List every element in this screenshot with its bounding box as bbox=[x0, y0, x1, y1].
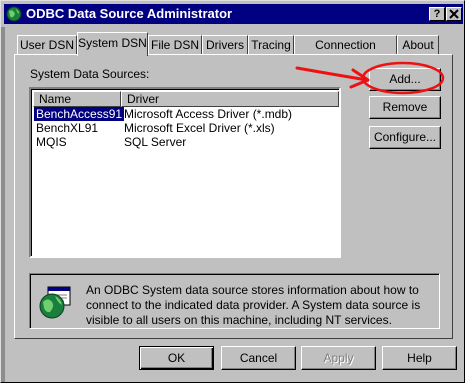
data-source-driver: Microsoft Excel Driver (*.xls) bbox=[124, 121, 275, 135]
data-source-driver: SQL Server bbox=[124, 135, 187, 149]
tab-label: Tracing bbox=[251, 38, 291, 52]
data-source-driver: Microsoft Access Driver (*.mdb) bbox=[124, 107, 293, 121]
data-sources-list[interactable]: Name Driver BenchAccess91 Microsoft Acce… bbox=[29, 87, 341, 258]
help-button-label: Help bbox=[407, 351, 432, 365]
column-header-label: Name bbox=[39, 92, 72, 106]
tab-about[interactable]: About bbox=[397, 35, 439, 54]
add-button-label: Add... bbox=[389, 72, 421, 86]
close-icon bbox=[449, 9, 459, 19]
window-left-edge bbox=[1, 27, 5, 382]
data-source-name: BenchAccess91 bbox=[34, 107, 125, 121]
data-source-name: MQIS bbox=[36, 135, 67, 149]
tab-file-dsn[interactable]: File DSN bbox=[148, 35, 202, 54]
tab-user-dsn[interactable]: User DSN bbox=[17, 35, 77, 54]
apply-button[interactable]: Apply bbox=[301, 346, 376, 370]
ok-button-label: OK bbox=[167, 351, 186, 365]
tab-label: Drivers bbox=[206, 38, 244, 52]
ok-button[interactable]: OK bbox=[139, 346, 214, 370]
system-data-sources-label: System Data Sources: bbox=[30, 67, 150, 81]
cancel-button-label: Cancel bbox=[239, 351, 278, 365]
title-bar[interactable]: ODBC Data Source Administrator ? bbox=[4, 4, 463, 24]
info-description: An ODBC System data source stores inform… bbox=[86, 283, 421, 327]
tab-system-dsn[interactable]: System DSN bbox=[77, 32, 148, 56]
info-box: An ODBC System data source stores inform… bbox=[29, 273, 440, 329]
help-button[interactable]: Help bbox=[382, 346, 457, 370]
remove-button-label: Remove bbox=[382, 100, 428, 114]
column-header-label: Driver bbox=[127, 92, 159, 106]
list-item[interactable]: BenchXL91 Microsoft Excel Driver (*.xls) bbox=[33, 121, 333, 135]
configure-button[interactable]: Configure... bbox=[369, 126, 441, 149]
tab-tracing[interactable]: Tracing bbox=[248, 35, 294, 54]
help-title-button[interactable]: ? bbox=[429, 7, 445, 21]
odbc-globe-icon bbox=[6, 6, 22, 22]
odbc-admin-window: ODBC Data Source Administrator ? User DS… bbox=[0, 0, 465, 383]
cancel-button[interactable]: Cancel bbox=[221, 346, 296, 370]
apply-button-label: Apply bbox=[323, 351, 354, 365]
tab-label: File DSN bbox=[150, 38, 199, 52]
odbc-globe-info-icon bbox=[39, 286, 71, 319]
tab-label: User DSN bbox=[19, 38, 74, 52]
data-source-name: BenchXL91 bbox=[36, 121, 99, 135]
tab-label: System DSN bbox=[78, 36, 147, 50]
close-title-button[interactable] bbox=[446, 7, 462, 21]
help-glyph: ? bbox=[433, 8, 441, 20]
tab-drivers[interactable]: Drivers bbox=[202, 35, 248, 54]
remove-button[interactable]: Remove bbox=[369, 96, 441, 119]
configure-button-label: Configure... bbox=[373, 130, 437, 144]
column-header-name[interactable]: Name bbox=[33, 91, 121, 107]
window-title: ODBC Data Source Administrator bbox=[26, 6, 233, 21]
tab-label: About bbox=[402, 38, 434, 52]
list-item[interactable]: BenchAccess91 Microsoft Access Driver (*… bbox=[33, 107, 333, 121]
add-button[interactable]: Add... bbox=[369, 68, 441, 91]
tab-connection-pooling[interactable]: Connection Pooling bbox=[294, 35, 397, 70]
column-header-driver[interactable]: Driver bbox=[121, 91, 339, 107]
list-item[interactable]: MQIS SQL Server bbox=[33, 135, 333, 149]
